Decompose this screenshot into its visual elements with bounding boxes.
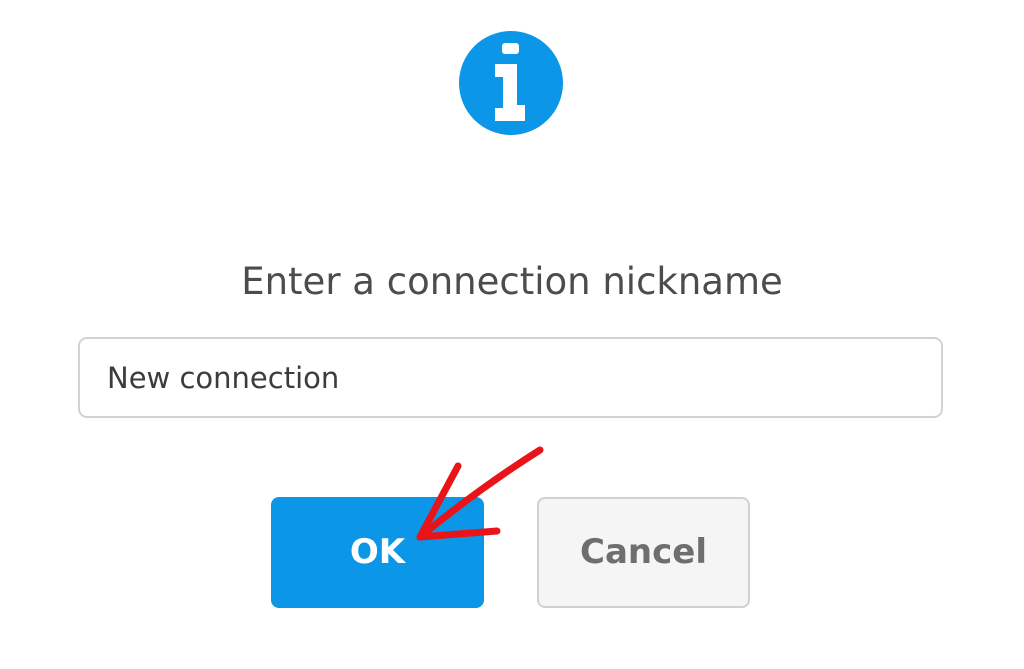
info-icon bbox=[459, 31, 563, 135]
connection-nickname-dialog: Enter a connection nickname OK Cancel bbox=[0, 0, 1024, 669]
ok-button[interactable]: OK bbox=[271, 497, 484, 608]
dialog-prompt: Enter a connection nickname bbox=[241, 260, 783, 303]
nickname-input[interactable] bbox=[78, 337, 943, 418]
cancel-button[interactable]: Cancel bbox=[537, 497, 750, 608]
